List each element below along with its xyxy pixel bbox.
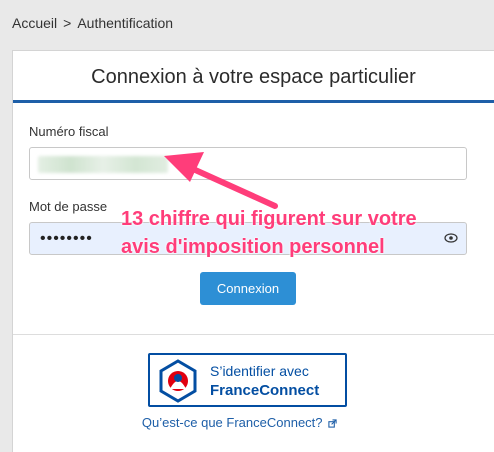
breadcrumb-current: Authentification (77, 15, 174, 31)
external-link-icon (328, 419, 337, 428)
franceconnect-info-link[interactable]: Qu’est-ce que FranceConnect? (13, 415, 466, 430)
page-title: Connexion à votre espace particulier (13, 51, 494, 103)
franceconnect-line1: S’identifier avec (210, 363, 309, 379)
franceconnect-line2: FranceConnect (210, 382, 320, 399)
annotation-arrow-icon (164, 152, 278, 209)
password-value: •••••••• (40, 230, 93, 247)
annotation-line1: 13 chiffre qui figurent sur votre (121, 208, 417, 230)
login-button[interactable]: Connexion (200, 272, 296, 305)
franceconnect-button[interactable]: S’identifier avec FranceConnect (148, 353, 347, 407)
annotation-line2: avis d'imposition personnel (121, 236, 385, 258)
breadcrumb-separator: > (63, 15, 72, 31)
franceconnect-logo-icon (159, 359, 197, 403)
breadcrumb-home-link[interactable]: Accueil (12, 15, 57, 31)
divider (13, 334, 494, 335)
password-label: Mot de passe (29, 199, 108, 214)
breadcrumb: Accueil > Authentification (12, 15, 173, 31)
annotation-text: 13 chiffre qui figurent sur votre avis d… (121, 205, 481, 261)
fiscal-number-label: Numéro fiscal (29, 124, 109, 139)
redacted-value (38, 156, 168, 173)
franceconnect-info-text: Qu’est-ce que FranceConnect? (141, 415, 323, 430)
